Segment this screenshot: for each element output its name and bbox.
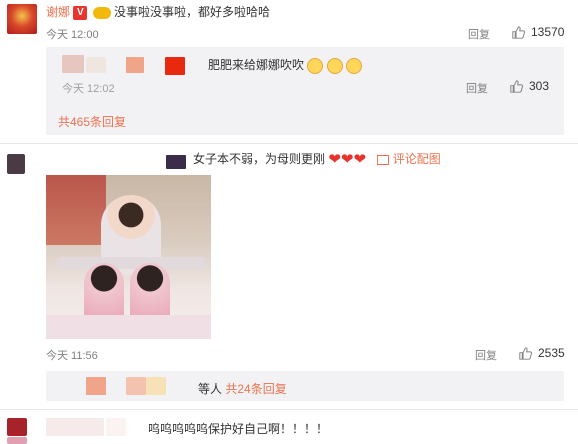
reply-summary-link[interactable]: 共24条回复 — [225, 382, 286, 396]
blurred-username — [166, 155, 186, 169]
vip-badge-icon — [92, 6, 111, 19]
heart-emojis: ❤❤❤ — [328, 150, 367, 168]
blow-kiss-emoji-icon — [326, 57, 343, 74]
reply-summary-prefix: 等人 — [198, 382, 223, 396]
like-count: 2535 — [538, 346, 565, 360]
thumbs-up-icon — [519, 346, 532, 360]
blow-kiss-emoji-icon — [307, 57, 324, 74]
comment-time: 今天 12:00 — [46, 29, 99, 41]
blurred-username — [86, 57, 106, 73]
photo-floor — [46, 315, 211, 339]
divider — [0, 143, 578, 144]
thumbs-up-icon — [512, 25, 525, 39]
blurred-username — [46, 418, 104, 436]
blurred-avatar — [62, 55, 84, 73]
sub-reply-content: 肥肥来给娜娜吹吹 — [208, 57, 363, 74]
sub-like-button[interactable]: 303 — [510, 79, 549, 93]
thumbs-up-icon — [510, 79, 523, 93]
blurred-username — [86, 377, 106, 395]
username-link[interactable]: 谢娜 — [46, 5, 70, 19]
blurred-username — [106, 418, 126, 436]
avatar-bottom — [7, 437, 27, 444]
avatar[interactable] — [7, 154, 25, 174]
blow-kiss-emoji-icon — [346, 57, 363, 74]
comment-text-line: 女子本不弱，为母则更刚 ❤❤❤ 评论配图 — [193, 151, 441, 168]
blurred-username — [126, 377, 146, 395]
sub-like-count: 303 — [529, 79, 550, 93]
image-icon — [377, 154, 390, 165]
sub-reply-text: 肥肥来给娜娜吹吹 — [208, 58, 305, 72]
avatar[interactable] — [7, 4, 37, 34]
like-button[interactable]: 2535 — [519, 346, 565, 360]
comment-header: 谢娜 V 没事啦没事啦，都好多啦哈哈 — [46, 4, 270, 20]
comment-text: 呜呜呜呜呜保护好自己啊！！！！ — [148, 422, 329, 436]
photo-legs — [56, 257, 206, 269]
comment-image[interactable] — [46, 175, 211, 339]
reply-button[interactable]: 回复 — [468, 26, 490, 42]
like-count: 13570 — [531, 25, 565, 39]
sub-reply-button[interactable]: 回复 — [466, 80, 488, 96]
comment-text: 女子本不弱，为母则更刚 — [193, 152, 326, 166]
reply-button[interactable]: 回复 — [475, 347, 497, 363]
verified-badge-icon: V — [73, 5, 88, 20]
blurred-username — [165, 57, 185, 75]
comment-time: 今天 11:56 — [46, 350, 98, 362]
like-button[interactable]: 13570 — [512, 25, 564, 39]
reply-summary: 等人 共24条回复 — [198, 380, 287, 397]
avatar[interactable] — [7, 418, 27, 436]
sub-reply-time: 今天 12:02 — [62, 83, 115, 95]
comment-text: 没事啦没事啦，都好多啦哈哈 — [114, 5, 271, 19]
comment-image-link[interactable]: 评论配图 — [393, 152, 441, 166]
photo-shelf — [46, 175, 106, 245]
more-replies-link[interactable]: 共465条回复 — [58, 113, 126, 130]
blurred-username — [146, 377, 166, 395]
blurred-username — [126, 57, 144, 73]
reply-summary-box — [46, 371, 564, 401]
divider — [0, 409, 578, 410]
